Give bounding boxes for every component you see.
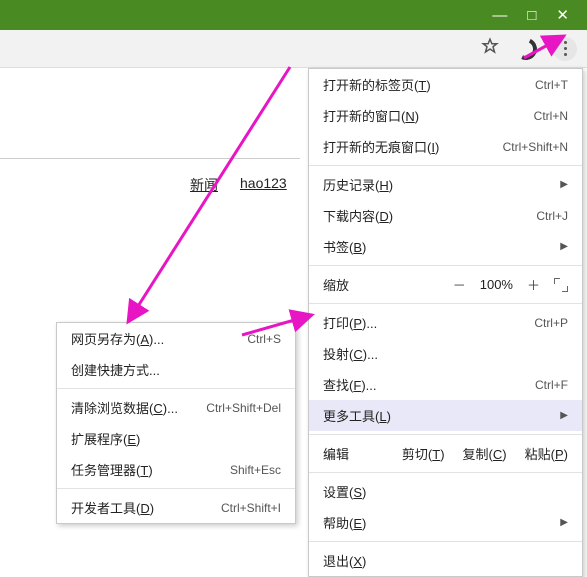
more-tools-submenu: 网页另存为(A)... Ctrl+S 创建快捷方式... 清除浏览数据(C)..… bbox=[56, 322, 296, 524]
minimize-button[interactable]: — bbox=[492, 7, 507, 24]
zoom-out-button[interactable]: － bbox=[453, 275, 466, 294]
menu-cast[interactable]: 投射(C)... bbox=[309, 338, 582, 369]
submenu-save-as[interactable]: 网页另存为(A)... Ctrl+S bbox=[57, 323, 295, 354]
bookmark-star-icon[interactable] bbox=[481, 37, 499, 60]
chevron-right-icon: ▶ bbox=[560, 241, 568, 252]
menu-find[interactable]: 查找(F)... Ctrl+F bbox=[309, 369, 582, 400]
submenu-extensions[interactable]: 扩展程序(E) bbox=[57, 423, 295, 454]
submenu-task-manager[interactable]: 任务管理器(T) Shift+Esc bbox=[57, 454, 295, 485]
edit-paste[interactable]: 粘贴(P) bbox=[525, 444, 568, 463]
menu-settings[interactable]: 设置(S) bbox=[309, 476, 582, 507]
menu-help[interactable]: 帮助(E) ▶ bbox=[309, 507, 582, 538]
edit-cut[interactable]: 剪切(T) bbox=[402, 444, 445, 463]
nav-link-news[interactable]: 新闻 bbox=[190, 175, 218, 195]
menu-more-tools[interactable]: 更多工具(L) ▶ bbox=[309, 400, 582, 431]
divider bbox=[0, 158, 300, 159]
fullscreen-icon[interactable] bbox=[554, 278, 568, 292]
close-button[interactable]: ✕ bbox=[556, 6, 569, 24]
annotation-arrow-icon bbox=[120, 62, 300, 332]
zoom-value: 100% bbox=[480, 277, 513, 292]
chevron-right-icon: ▶ bbox=[560, 179, 568, 190]
menu-zoom: 缩放 － 100% ＋ bbox=[309, 269, 582, 300]
menu-exit[interactable]: 退出(X) bbox=[309, 545, 582, 576]
profile-icon[interactable] bbox=[512, 34, 540, 62]
menu-button[interactable] bbox=[553, 37, 577, 61]
menu-bookmarks[interactable]: 书签(B) ▶ bbox=[309, 231, 582, 262]
menu-downloads[interactable]: 下载内容(D) Ctrl+J bbox=[309, 200, 582, 231]
chevron-right-icon: ▶ bbox=[560, 517, 568, 528]
menu-edit: 编辑 剪切(T) 复制(C) 粘贴(P) bbox=[309, 438, 582, 469]
menu-new-window[interactable]: 打开新的窗口(N) Ctrl+N bbox=[309, 100, 582, 131]
browser-toolbar bbox=[0, 30, 587, 68]
submenu-clear-data[interactable]: 清除浏览数据(C)... Ctrl+Shift+Del bbox=[57, 392, 295, 423]
edit-copy[interactable]: 复制(C) bbox=[463, 444, 507, 463]
menu-new-tab[interactable]: 打开新的标签页(T) Ctrl+T bbox=[309, 69, 582, 100]
nav-link-hao123[interactable]: hao123 bbox=[240, 175, 287, 195]
chevron-right-icon: ▶ bbox=[560, 410, 568, 421]
submenu-dev-tools[interactable]: 开发者工具(D) Ctrl+Shift+I bbox=[57, 492, 295, 523]
menu-history[interactable]: 历史记录(H) ▶ bbox=[309, 169, 582, 200]
menu-incognito[interactable]: 打开新的无痕窗口(I) Ctrl+Shift+N bbox=[309, 131, 582, 162]
menu-print[interactable]: 打印(P)... Ctrl+P bbox=[309, 307, 582, 338]
submenu-create-shortcut[interactable]: 创建快捷方式... bbox=[57, 354, 295, 385]
window-titlebar: — □ ✕ bbox=[0, 0, 587, 30]
zoom-in-button[interactable]: ＋ bbox=[527, 275, 540, 294]
maximize-button[interactable]: □ bbox=[527, 7, 536, 24]
main-menu: 打开新的标签页(T) Ctrl+T 打开新的窗口(N) Ctrl+N 打开新的无… bbox=[308, 68, 583, 577]
